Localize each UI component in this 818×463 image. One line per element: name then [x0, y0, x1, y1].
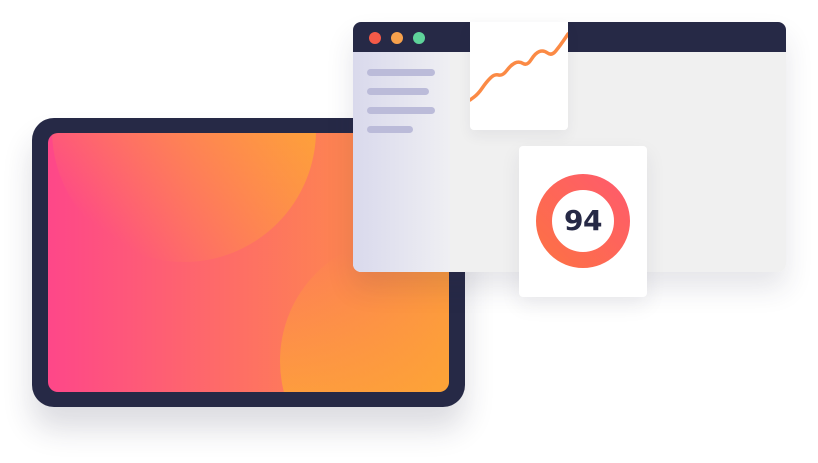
close-dot-icon[interactable] — [369, 32, 381, 44]
trend-chart-card — [470, 22, 568, 130]
trend-line — [470, 32, 568, 102]
sidebar-placeholder-line — [367, 126, 413, 133]
sidebar-placeholder-line — [367, 69, 435, 76]
sidebar-placeholder-line — [367, 107, 435, 114]
maximize-dot-icon[interactable] — [413, 32, 425, 44]
score-value: 94 — [564, 204, 602, 237]
trend-chart — [470, 32, 568, 102]
minimize-dot-icon[interactable] — [391, 32, 403, 44]
decorative-circle-top — [52, 133, 316, 262]
score-card: 94 — [519, 146, 647, 297]
browser-titlebar — [353, 22, 786, 52]
sidebar-placeholder-line — [367, 88, 429, 95]
browser-sidebar — [353, 52, 450, 272]
